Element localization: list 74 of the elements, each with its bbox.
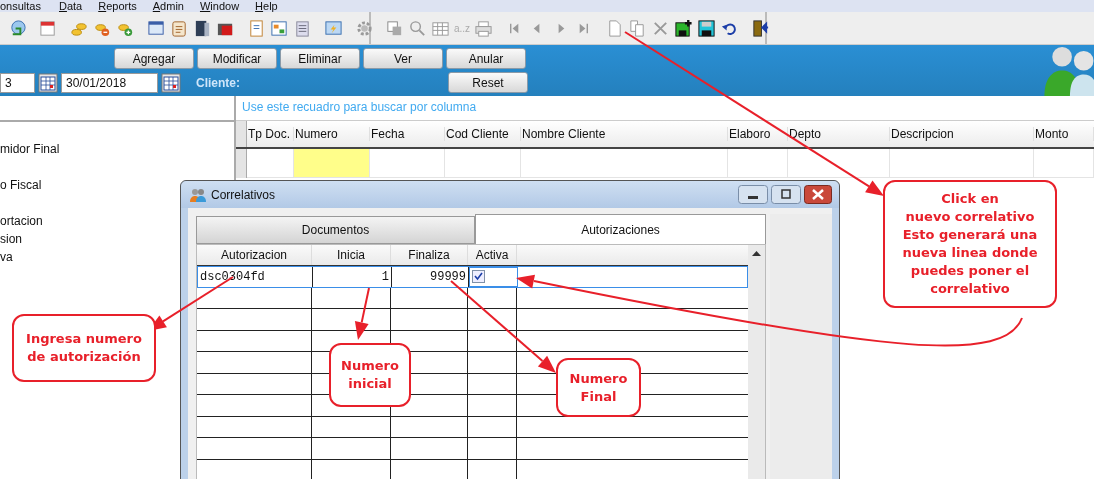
row-header[interactable]	[236, 149, 247, 178]
scroll-up-icon[interactable]	[752, 251, 761, 256]
table-cell[interactable]	[890, 149, 1034, 178]
close-button[interactable]	[804, 185, 832, 204]
window-title: Correlativos	[211, 187, 276, 202]
column-header[interactable]: Elaboro	[728, 127, 788, 141]
callout-note: Click en nuevo correlativo Esto generará una nueva linea donde puedes poner el correlativo	[883, 180, 1057, 308]
clipboard-icon[interactable]	[170, 18, 189, 38]
checkbox[interactable]	[472, 270, 485, 284]
users-icon	[189, 186, 207, 203]
column-header[interactable]: Autorizacion	[197, 245, 312, 265]
table-cell[interactable]: 1	[313, 267, 392, 287]
column-header[interactable]: Inicia	[312, 245, 391, 265]
table-cell[interactable]	[728, 149, 788, 178]
column-header[interactable]: Fecha	[370, 127, 445, 141]
table-cell[interactable]	[1034, 149, 1094, 178]
action-button[interactable]: Ver	[363, 48, 443, 69]
column-header[interactable]: Nombre Cliente	[521, 127, 728, 141]
spreadsheet-icon[interactable]	[270, 18, 289, 38]
menu-item[interactable]: Reports	[98, 0, 137, 12]
scrollbar[interactable]	[748, 245, 765, 479]
menu-item[interactable]: Admin	[152, 0, 184, 12]
document-list-icon[interactable]	[293, 18, 312, 38]
menu-item[interactable]: Data	[59, 0, 83, 12]
minimize-button[interactable]	[738, 185, 768, 204]
reset-button[interactable]: Reset	[448, 72, 528, 93]
window-lightning-icon[interactable]	[324, 18, 343, 38]
client-label: Cliente:	[196, 75, 240, 90]
column-header[interactable]: Activa	[468, 245, 517, 265]
window-icon[interactable]	[385, 18, 404, 38]
calendar-window-icon[interactable]	[147, 18, 166, 38]
exit-door-icon[interactable]	[751, 18, 771, 38]
callout-note: Ingresa numero de autorización	[12, 314, 156, 382]
date-field[interactable]: 3	[0, 72, 35, 93]
date-field[interactable]: 30/01/2018	[61, 72, 158, 93]
column-header[interactable]: Finaliza	[391, 245, 468, 265]
action-button[interactable]: Agregar	[114, 48, 194, 69]
column-header[interactable]: Cod Cliente	[445, 127, 521, 141]
table-cell[interactable]	[521, 149, 728, 178]
tab[interactable]: Autorizaciones	[475, 214, 766, 244]
search-icon[interactable]	[408, 18, 427, 38]
calendar-icon[interactable]	[38, 72, 58, 93]
calendar-icon[interactable]	[161, 72, 181, 93]
tab[interactable]: Documentos	[196, 216, 475, 244]
calendar-icon[interactable]	[39, 18, 58, 38]
callout-note: Numero inicial	[329, 343, 411, 407]
menu-item[interactable]: Help	[255, 0, 278, 12]
column-header[interactable]: Depto	[788, 127, 890, 141]
action-button[interactable]: Eliminar	[280, 48, 360, 69]
save-plus-icon[interactable]	[674, 18, 694, 38]
table-cell[interactable]: dsc0304fd	[198, 267, 313, 287]
table-cell[interactable]	[788, 149, 890, 178]
table-cell[interactable]	[370, 149, 445, 178]
save-icon[interactable]	[697, 18, 717, 38]
action-button[interactable]: Modificar	[197, 48, 277, 69]
maximize-button[interactable]	[771, 185, 801, 204]
callout-note: Numero Final	[556, 358, 641, 417]
table-cell[interactable]	[294, 149, 370, 178]
printer-icon[interactable]	[474, 18, 494, 38]
arrow	[354, 287, 370, 340]
list-item[interactable]: midor Final	[0, 140, 234, 158]
menu-item[interactable]: Window	[199, 0, 240, 12]
book-icon[interactable]	[193, 18, 212, 38]
column-header[interactable]: Numero	[294, 127, 370, 141]
table-cell[interactable]	[445, 149, 521, 178]
menu-item[interactable]: onsultas	[0, 0, 41, 12]
table-cell[interactable]: 99999	[392, 267, 469, 287]
notebook-icon[interactable]	[247, 18, 266, 38]
column-header[interactable]: Tp Doc.	[247, 127, 294, 141]
column-header[interactable]: Descripcion	[890, 127, 1034, 141]
grid-row[interactable]: dsc0304fd 1 99999	[197, 266, 748, 288]
gear-icon[interactable]	[355, 18, 374, 38]
column-header[interactable]: Monto	[1034, 127, 1094, 141]
action-button[interactable]: Anular	[446, 48, 526, 69]
